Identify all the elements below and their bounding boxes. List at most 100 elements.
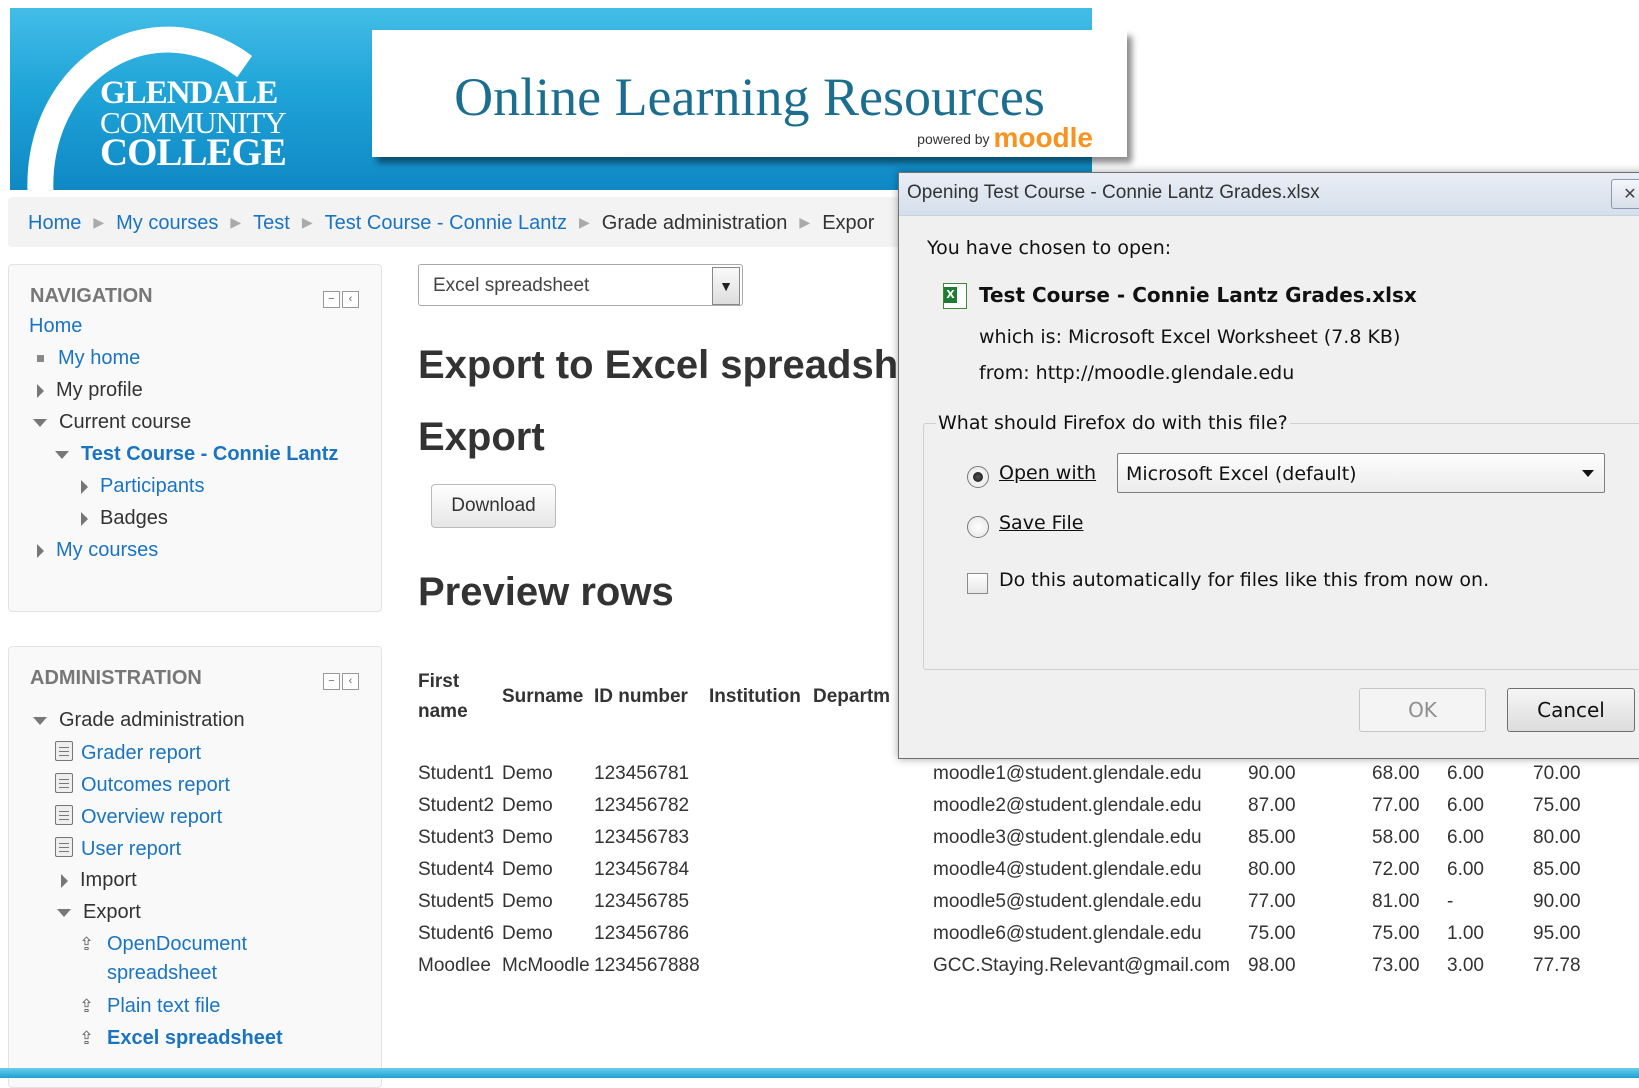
nav-my-courses[interactable]: My courses [37, 539, 158, 562]
nav-my-courses-label[interactable]: My courses [56, 539, 158, 561]
dock-icon[interactable]: ‹ [342, 291, 359, 308]
cell-grade-1: 85.00 [1248, 827, 1296, 848]
cell-surname: Demo [502, 923, 553, 944]
open-with-label[interactable]: Open with [999, 462, 1096, 484]
cell-grade-3: 1.00 [1447, 923, 1484, 944]
site-title-plate[interactable]: Online Learning Resources powered by moo… [372, 30, 1127, 157]
report-icon [55, 741, 73, 761]
nav-badges[interactable]: Badges [81, 507, 168, 530]
dialog-titlebar[interactable]: Opening Test Course - Connie Lantz Grade… [899, 173, 1639, 216]
download-button[interactable]: Download [431, 484, 556, 528]
open-with-app-select[interactable]: Microsoft Excel (default) [1117, 453, 1605, 493]
breadcrumb-test[interactable]: Test [253, 212, 290, 234]
cell-grade-1: 90.00 [1248, 763, 1296, 784]
admin-export-opendocument-label[interactable]: OpenDocument [107, 933, 247, 955]
cell-id-number: 123456784 [594, 859, 690, 880]
nav-my-home[interactable]: My home [37, 347, 140, 370]
cell-grade-2: 81.00 [1372, 891, 1420, 912]
nav-home[interactable]: Home [29, 315, 82, 338]
dropdown-arrow-icon[interactable]: ▼ [712, 267, 740, 305]
report-icon [55, 837, 73, 857]
breadcrumb-my-courses[interactable]: My courses [116, 212, 218, 234]
admin-export[interactable]: Export [57, 901, 141, 924]
dialog-action-question: What should Firefox do with this file? [936, 412, 1290, 434]
breadcrumb-grade-administration: Grade administration [601, 212, 788, 234]
admin-export-plain-text-label[interactable]: Plain text file [107, 995, 220, 1017]
navigation-block-controls: − ‹ [321, 289, 359, 308]
admin-user-report-label[interactable]: User report [81, 838, 181, 860]
admin-import[interactable]: Import [61, 869, 137, 892]
col-header-surname: Surname [502, 686, 584, 707]
cell-grade-1: 98.00 [1248, 955, 1296, 976]
site-title: Online Learning Resources [454, 67, 1045, 127]
admin-overview-report[interactable]: Overview report [55, 805, 222, 829]
admin-export-opendocument[interactable]: ⇪ OpenDocument [79, 933, 247, 956]
report-icon [55, 773, 73, 793]
collapse-icon[interactable]: − [323, 673, 340, 690]
collapse-arrow-icon[interactable] [33, 418, 47, 427]
cell-email: moodle3@student.glendale.edu [933, 827, 1202, 848]
auto-handle-label[interactable]: Do this automatically for files like thi… [999, 569, 1489, 591]
college-logo[interactable]: GLENDALE COMMUNITY COLLEGE [100, 77, 287, 173]
admin-outcomes-report-label[interactable]: Outcomes report [81, 774, 230, 796]
cell-grade-1: 77.00 [1248, 891, 1296, 912]
admin-grader-report[interactable]: Grader report [55, 741, 201, 765]
admin-overview-report-label[interactable]: Overview report [81, 806, 222, 828]
save-file-radio[interactable] [967, 516, 989, 538]
breadcrumb-home[interactable]: Home [28, 212, 81, 234]
expand-arrow-icon[interactable] [61, 873, 68, 888]
cancel-button[interactable]: Cancel [1507, 688, 1635, 732]
nav-participants-label[interactable]: Participants [100, 475, 205, 497]
dock-icon[interactable]: ‹ [342, 673, 359, 690]
breadcrumb-separator: ▶ [301, 214, 313, 230]
cell-id-number: 123456785 [594, 891, 690, 912]
auto-handle-checkbox[interactable] [967, 573, 988, 594]
cell-surname: Demo [502, 827, 553, 848]
cell-email: moodle5@student.glendale.edu [933, 891, 1202, 912]
collapse-arrow-icon[interactable] [33, 716, 47, 725]
cell-surname: Demo [502, 891, 553, 912]
nav-my-profile[interactable]: My profile [37, 379, 143, 402]
cell-grade-2: 58.00 [1372, 827, 1420, 848]
cell-id-number: 123456782 [594, 795, 690, 816]
cell-email: moodle1@student.glendale.edu [933, 763, 1202, 784]
administration-block-controls: − ‹ [321, 671, 359, 690]
admin-export-opendocument-label-line2[interactable]: spreadsheet [107, 962, 217, 985]
collapse-arrow-icon[interactable] [57, 908, 71, 917]
admin-export-excel-label[interactable]: Excel spreadsheet [107, 1027, 283, 1049]
expand-arrow-icon[interactable] [37, 543, 44, 558]
admin-export-excel[interactable]: ⇪ Excel spreadsheet [79, 1027, 283, 1050]
admin-grade-administration[interactable]: Grade administration [33, 709, 245, 732]
cell-surname: McMoodle [502, 955, 590, 976]
cell-grade-3: 6.00 [1447, 763, 1484, 784]
expand-arrow-icon[interactable] [81, 511, 88, 526]
cell-grade-2: 68.00 [1372, 763, 1420, 784]
export-format-select[interactable]: Excel spreadsheet ▼ [418, 264, 743, 306]
collapse-arrow-icon[interactable] [55, 450, 69, 459]
breadcrumb-separator: ▶ [230, 214, 242, 230]
nav-my-profile-label: My profile [56, 379, 143, 401]
nav-participants[interactable]: Participants [81, 475, 205, 498]
admin-export-plain-text[interactable]: ⇪ Plain text file [79, 995, 220, 1018]
admin-grader-report-label[interactable]: Grader report [81, 742, 201, 764]
save-file-label[interactable]: Save File [999, 512, 1083, 534]
ok-button[interactable]: OK [1359, 688, 1486, 732]
export-icon: ⇪ [79, 934, 95, 954]
admin-user-report[interactable]: User report [55, 837, 181, 861]
close-icon[interactable]: ✕ [1611, 179, 1639, 209]
open-with-radio[interactable] [967, 466, 989, 488]
nav-my-home-label[interactable]: My home [58, 347, 140, 369]
dialog-title: Opening Test Course - Connie Lantz Grade… [907, 182, 1320, 203]
admin-outcomes-report[interactable]: Outcomes report [55, 773, 230, 797]
collapse-icon[interactable]: − [323, 291, 340, 308]
nav-current-course[interactable]: Current course [33, 411, 191, 434]
expand-arrow-icon[interactable] [37, 383, 44, 398]
nav-course-label[interactable]: Test Course - Connie Lantz [81, 443, 338, 465]
expand-arrow-icon[interactable] [81, 479, 88, 494]
breadcrumb-course[interactable]: Test Course - Connie Lantz [325, 212, 567, 234]
cell-grade-1: 80.00 [1248, 859, 1296, 880]
nav-current-course-label: Current course [59, 411, 192, 433]
footer-strip [0, 1068, 1639, 1078]
nav-badges-label: Badges [100, 507, 168, 529]
nav-course[interactable]: Test Course - Connie Lantz [55, 443, 338, 466]
